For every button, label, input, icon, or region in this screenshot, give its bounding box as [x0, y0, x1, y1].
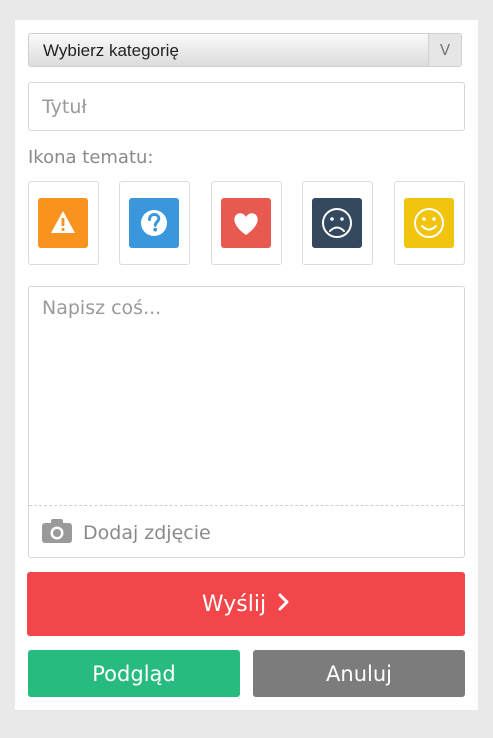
- divider: [29, 505, 464, 506]
- topic-icon-label: Ikona tematu:: [28, 147, 154, 168]
- heart-icon: [221, 198, 271, 248]
- message-box: Dodaj zdjęcie: [28, 286, 465, 558]
- send-button[interactable]: Wyślij: [27, 572, 465, 636]
- message-textarea[interactable]: [29, 287, 464, 505]
- warning-icon: [38, 198, 88, 248]
- smile-face-icon: [404, 198, 454, 248]
- category-select-label: Wybierz kategorię: [43, 41, 179, 60]
- category-select[interactable]: Wybierz kategorię V: [28, 33, 462, 67]
- topic-icon-option-sad[interactable]: [302, 181, 373, 265]
- topic-icon-option-warning[interactable]: [28, 181, 99, 265]
- send-button-label: Wyślij: [201, 591, 267, 617]
- camera-icon: [41, 518, 73, 548]
- add-photo-button[interactable]: Dodaj zdjęcie: [41, 517, 211, 549]
- post-form-panel: Wybierz kategorię V Ikona tematu:: [15, 20, 478, 710]
- chevron-right-icon: [278, 592, 290, 617]
- question-icon: [129, 198, 179, 248]
- preview-button[interactable]: Podgląd: [28, 650, 240, 697]
- sad-face-icon: [312, 198, 362, 248]
- dropdown-arrow-icon[interactable]: V: [428, 34, 461, 66]
- topic-icon-option-question[interactable]: [119, 181, 190, 265]
- title-input[interactable]: [28, 82, 465, 131]
- cancel-button[interactable]: Anuluj: [253, 650, 465, 697]
- topic-icon-option-smile[interactable]: [394, 181, 465, 265]
- add-photo-label: Dodaj zdjęcie: [83, 522, 211, 544]
- topic-icon-option-heart[interactable]: [211, 181, 282, 265]
